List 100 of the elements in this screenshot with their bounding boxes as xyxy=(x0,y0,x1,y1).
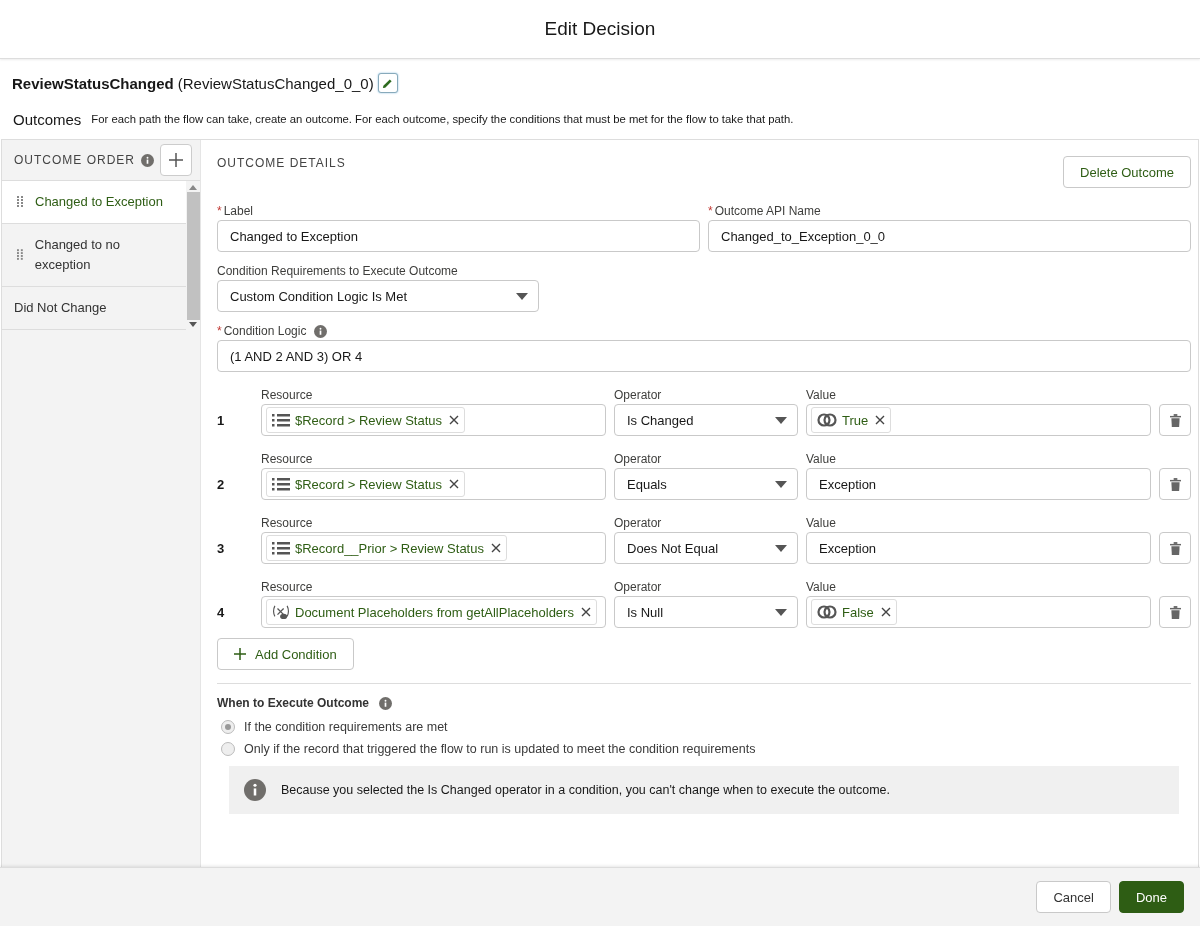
radio-label: Only if the record that triggered the flow to run is updated to meet the condition requirements xyxy=(244,742,756,756)
value-field[interactable]: True xyxy=(806,404,1151,436)
dropdown-caret-icon xyxy=(775,608,787,616)
remove-icon[interactable] xyxy=(449,415,460,425)
dropdown-caret-icon xyxy=(775,544,787,552)
outcome-item[interactable]: Changed to no exception xyxy=(2,224,186,287)
edit-button[interactable] xyxy=(377,73,398,93)
field-label: Outcome API Name xyxy=(714,204,821,218)
list-icon xyxy=(272,413,290,427)
remove-icon[interactable] xyxy=(875,415,886,425)
trash-icon xyxy=(1169,477,1181,491)
section-title: When to Execute Outcome xyxy=(217,696,370,710)
operator-select[interactable]: Is Changed xyxy=(614,404,798,436)
cancel-button[interactable]: Cancel xyxy=(1036,881,1111,913)
requirements-select[interactable]: Custom Condition Logic Is Met xyxy=(217,280,539,312)
details-heading: OUTCOME DETAILS xyxy=(217,156,346,170)
info-icon xyxy=(244,779,266,801)
field-label: Value xyxy=(806,515,837,532)
api-name-field[interactable]: Changed_to_Exception_0_0 xyxy=(708,220,1191,252)
resource-pill[interactable]: $Record__Prior > Review Status xyxy=(266,535,507,561)
list-icon xyxy=(272,477,290,491)
remove-icon[interactable] xyxy=(490,543,501,553)
info-icon xyxy=(314,324,328,338)
trash-icon xyxy=(1169,541,1181,555)
field-label: Label xyxy=(223,204,254,218)
plus-icon xyxy=(169,153,183,167)
dropdown-caret-icon xyxy=(516,292,528,300)
resource-field[interactable]: Document Placeholders from getAllPlaceholders xyxy=(261,596,606,628)
info-icon xyxy=(379,696,393,710)
radio-label: If the condition requirements are met xyxy=(244,720,448,734)
value-field[interactable]: Exception xyxy=(806,532,1151,564)
required-marker: * xyxy=(217,204,222,218)
scroll-up-icon[interactable] xyxy=(189,185,197,190)
resource-pill[interactable]: Document Placeholders from getAllPlaceholders xyxy=(266,599,597,625)
field-label: Operator xyxy=(614,579,663,596)
condition-number: 4 xyxy=(217,603,226,622)
dropdown-caret-icon xyxy=(775,480,787,488)
field-label: Value xyxy=(806,387,837,404)
plus-icon xyxy=(234,648,246,660)
delete-condition-button[interactable] xyxy=(1159,596,1191,628)
condition-number: 1 xyxy=(217,411,226,430)
condition-number: 2 xyxy=(217,475,226,494)
section-description: For each path the flow can take, create an outcome. For each outcome, specify the conditions that must be met for the flow to take that path. xyxy=(91,113,794,125)
field-label: Resource xyxy=(261,515,314,532)
element-api-name: (ReviewStatusChanged_0_0) xyxy=(177,74,374,92)
notice-text: Because you selected the Is Changed operator in a condition, you can't change when to execute the outcome. xyxy=(281,783,891,797)
boolean-icon xyxy=(817,413,837,427)
field-label: Condition Logic xyxy=(223,324,307,338)
field-label: Operator xyxy=(614,451,663,468)
value-pill[interactable]: False xyxy=(811,599,897,625)
field-label: Value xyxy=(806,579,837,596)
value-field[interactable]: False xyxy=(806,596,1151,628)
field-label: Operator xyxy=(614,387,663,404)
field-label: Value xyxy=(806,451,837,468)
value-pill[interactable]: True xyxy=(811,407,892,433)
section-title: Outcomes xyxy=(13,110,82,128)
drag-handle-icon[interactable] xyxy=(17,196,23,208)
condition-logic-field[interactable]: (1 AND 2 AND 3) OR 4 xyxy=(217,340,1191,372)
resource-pill[interactable]: $Record > Review Status xyxy=(266,407,466,433)
add-outcome-button[interactable] xyxy=(160,144,192,176)
remove-icon[interactable] xyxy=(880,607,891,617)
value-field[interactable]: Exception xyxy=(806,468,1151,500)
delete-condition-button[interactable] xyxy=(1159,468,1191,500)
condition-number: 3 xyxy=(217,539,226,558)
field-label: Resource xyxy=(261,451,314,468)
field-label: Condition Requirements to Execute Outcome xyxy=(217,264,458,278)
operator-select[interactable]: Is Null xyxy=(614,596,798,628)
operator-select[interactable]: Equals xyxy=(614,468,798,500)
list-icon xyxy=(272,541,290,555)
remove-icon[interactable] xyxy=(580,607,591,617)
scroll-down-icon[interactable] xyxy=(189,322,197,327)
element-label: ReviewStatusChanged xyxy=(12,74,174,92)
sidebar-heading: OUTCOME ORDER xyxy=(14,153,135,167)
drag-handle-icon[interactable] xyxy=(17,249,23,261)
trash-icon xyxy=(1169,413,1181,427)
delete-condition-button[interactable] xyxy=(1159,532,1191,564)
resource-field[interactable]: $Record > Review Status xyxy=(261,404,606,436)
field-label: Operator xyxy=(614,515,663,532)
pencil-icon xyxy=(382,77,394,89)
field-label: Resource xyxy=(261,387,314,404)
resource-pill[interactable]: $Record > Review Status xyxy=(266,471,466,497)
done-button[interactable]: Done xyxy=(1118,881,1184,913)
add-condition-button[interactable]: Add Condition xyxy=(217,638,354,670)
required-marker: * xyxy=(708,204,713,218)
resource-field[interactable]: $Record > Review Status xyxy=(261,468,606,500)
required-marker: * xyxy=(217,324,222,338)
resource-field[interactable]: $Record__Prior > Review Status xyxy=(261,532,606,564)
operator-select[interactable]: Does Not Equal xyxy=(614,532,798,564)
remove-icon[interactable] xyxy=(449,479,460,489)
boolean-icon xyxy=(817,605,837,619)
field-label: Resource xyxy=(261,579,314,596)
outcome-item[interactable]: Changed to Exception xyxy=(2,181,186,224)
outcome-item[interactable]: Did Not Change xyxy=(2,287,186,330)
info-icon xyxy=(141,153,154,167)
trash-icon xyxy=(1169,605,1181,619)
variable-icon xyxy=(272,605,290,619)
delete-condition-button[interactable] xyxy=(1159,404,1191,436)
dialog-title: Edit Decision xyxy=(544,18,656,40)
delete-outcome-button[interactable]: Delete Outcome xyxy=(1063,156,1191,188)
label-field[interactable]: Changed to Exception xyxy=(217,220,700,252)
